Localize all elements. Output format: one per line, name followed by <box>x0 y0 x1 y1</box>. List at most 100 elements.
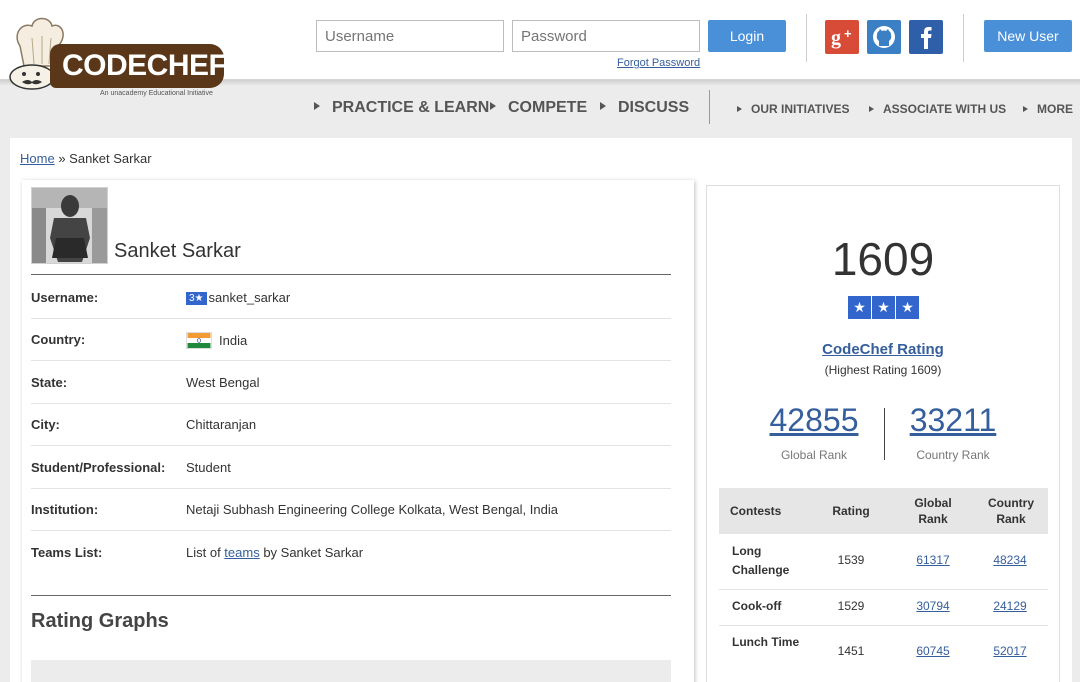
teams-suffix: by Sanket Sarkar <box>259 545 364 560</box>
facebook-icon <box>921 27 932 49</box>
caret-right-icon <box>737 106 742 112</box>
teams-list-label: Teams List: <box>31 545 103 560</box>
state-label: State: <box>31 375 68 390</box>
star-icon: ★ <box>872 296 895 319</box>
logo-text: CODECHEF <box>62 49 227 82</box>
contest-name: Lunch Time <box>732 635 800 649</box>
header-divider-2 <box>963 14 964 62</box>
login-button[interactable]: Login <box>708 20 786 52</box>
rating-value: 1609 <box>831 233 935 285</box>
codechef-rating-link[interactable]: CodeChef Rating <box>706 341 1060 358</box>
avatar <box>31 187 108 264</box>
contest-country-rank-link[interactable]: 24129 <box>980 597 1040 616</box>
row-divider <box>31 360 671 361</box>
row-divider <box>31 488 671 489</box>
contest-global-rank-link[interactable]: 30794 <box>903 597 963 616</box>
rating-graph-area <box>31 660 671 682</box>
username-text: sanket_sarkar <box>208 290 291 305</box>
nav-label: PRACTICE & LEARN <box>332 99 490 116</box>
contest-rating: 1539 <box>837 553 865 567</box>
student-professional-value: Student <box>186 460 231 475</box>
nav-label: COMPETE <box>508 99 588 116</box>
global-rank-value[interactable]: 42855 <box>744 402 884 439</box>
state-value: West Bengal <box>186 375 260 390</box>
row-divider <box>719 625 1048 626</box>
star-icon: ★ <box>896 296 919 319</box>
rating-stars: ★ ★ ★ <box>848 296 919 319</box>
header-global-rank: Global Rank <box>914 496 952 526</box>
global-rank-label: Global Rank <box>780 448 848 462</box>
city-label: City: <box>31 417 60 432</box>
profile-photo <box>32 188 107 263</box>
nav-practice-learn[interactable]: PRACTICE & LEARN <box>314 99 489 117</box>
header-rating: Rating <box>832 504 870 518</box>
country-text: India <box>219 333 248 348</box>
rating-graphs-title: Rating Graphs <box>31 610 169 632</box>
header-country-rank: Country Rank <box>988 496 1034 526</box>
city-value: Chittaranjan <box>186 417 257 432</box>
breadcrumb-current: Sanket Sarkar <box>69 151 152 166</box>
new-user-button[interactable]: New User <box>984 20 1072 52</box>
contest-country-rank-link[interactable]: 48234 <box>980 551 1040 570</box>
breadcrumb-home-link[interactable]: Home <box>20 151 55 166</box>
nav-discuss[interactable]: DISCUSS <box>600 99 689 117</box>
codechef-logo[interactable]: CODECHEF An unacademy Educational Initia… <box>8 14 228 100</box>
country-rank-value[interactable]: 33211 <box>883 402 1023 439</box>
nav-label: OUR INITIATIVES <box>751 102 850 116</box>
nav-associate-with-us[interactable]: ASSOCIATE WITH US <box>869 102 1006 116</box>
caret-right-icon <box>1023 106 1028 112</box>
facebook-button[interactable] <box>909 20 943 54</box>
google-plus-button[interactable]: g + <box>825 20 859 54</box>
header-divider <box>806 14 807 62</box>
logo-tagline: An unacademy Educational Initiative <box>100 90 213 97</box>
contest-name: Long Challenge <box>732 544 790 577</box>
username-label: Username: <box>31 290 99 305</box>
caret-right-icon <box>490 102 496 110</box>
section-divider <box>31 595 671 596</box>
forgot-password-link[interactable]: Forgot Password <box>617 57 700 69</box>
nav-label: ASSOCIATE WITH US <box>883 102 1007 116</box>
github-icon <box>873 26 895 48</box>
student-professional-label: Student/Professional: <box>31 460 166 475</box>
github-button[interactable] <box>867 20 901 54</box>
highest-rating: (Highest Rating 1609) <box>824 363 942 377</box>
teams-list-value: List of teams by Sanket Sarkar <box>186 545 363 560</box>
contest-global-rank-link[interactable]: 60745 <box>903 642 963 661</box>
username-value: 3★ sanket_sarkar <box>186 290 290 305</box>
caret-right-icon <box>314 102 320 110</box>
star-rating-badge: 3★ <box>186 292 207 305</box>
google-plus-icon: g + <box>831 26 852 49</box>
profile-divider <box>31 274 671 275</box>
row-divider <box>31 318 671 319</box>
contest-global-rank-link[interactable]: 61317 <box>903 551 963 570</box>
row-divider <box>31 403 671 404</box>
nav-our-initiatives[interactable]: OUR INITIATIVES <box>737 102 849 116</box>
contest-name: Cook-off <box>732 599 782 613</box>
nav-compete[interactable]: COMPETE <box>490 99 587 117</box>
caret-right-icon <box>869 106 874 112</box>
nav-more[interactable]: MORE <box>1023 102 1073 116</box>
svg-text:g: g <box>831 27 841 49</box>
contest-country-rank-link[interactable]: 52017 <box>980 642 1040 661</box>
country-rank-label: Country Rank <box>916 448 990 462</box>
star-icon: ★ <box>848 296 871 319</box>
teams-prefix: List of <box>186 545 225 560</box>
country-value: India <box>186 332 247 349</box>
svg-text:+: + <box>844 26 852 41</box>
nav-label: MORE <box>1037 102 1073 116</box>
profile-name: Sanket Sarkar <box>114 240 241 262</box>
username-input[interactable] <box>316 20 504 52</box>
password-input[interactable] <box>512 20 700 52</box>
india-flag-icon <box>186 332 212 349</box>
row-divider <box>31 445 671 446</box>
institution-value: Netaji Subhash Engineering College Kolka… <box>186 502 558 517</box>
contest-rating: 1451 <box>837 644 865 658</box>
row-divider <box>31 530 671 531</box>
chef-face-icon <box>9 64 55 90</box>
caret-right-icon <box>600 102 606 110</box>
teams-link[interactable]: teams <box>224 545 259 560</box>
breadcrumb-separator: » <box>58 151 66 166</box>
country-label: Country: <box>31 332 86 347</box>
breadcrumb: Home » Sanket Sarkar <box>20 151 152 166</box>
nav-divider <box>709 90 710 124</box>
